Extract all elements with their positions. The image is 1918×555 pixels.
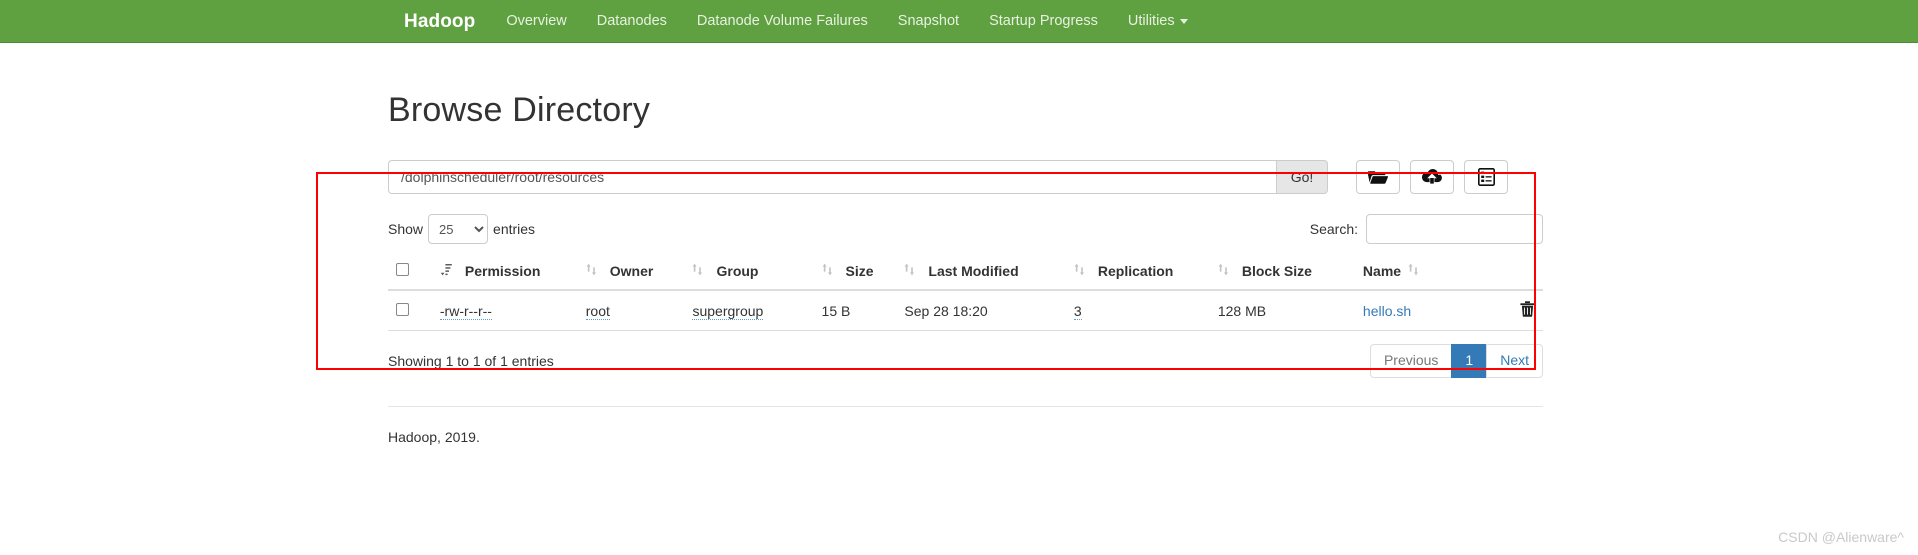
th-size-label: Size [845,263,874,279]
th-size[interactable]: Size [813,254,897,291]
nav-item-snapshot[interactable]: Snapshot [883,0,974,43]
chevron-down-icon [1179,18,1188,24]
entries-info: Showing 1 to 1 of 1 entries [388,352,554,369]
nav-item-startup-progress[interactable]: Startup Progress [974,0,1113,43]
cell-actions [1469,290,1543,331]
group-value[interactable]: supergroup [692,302,764,320]
select-all-checkbox[interactable] [396,263,409,276]
th-permission[interactable]: Permission [431,254,578,291]
th-owner[interactable]: Owner [577,254,685,291]
th-block-size[interactable]: Block Size [1209,254,1355,291]
watermark: CSDN @Alienware^ [1778,529,1904,545]
nav-item-utilities[interactable]: Utilities [1113,0,1203,43]
cell-size: 15 B [813,290,897,331]
th-group[interactable]: Group [684,254,814,291]
pagination-page-1[interactable]: 1 [1451,344,1488,378]
show-entries-control: Show 25 entries [388,214,535,244]
table-header-row: Permission Owner Group Size Last Modifie… [388,254,1543,291]
entries-per-page-select[interactable]: 25 [428,214,489,244]
path-toolbar: Go! [388,160,1543,194]
delete-file-button[interactable] [1520,301,1535,320]
th-group-label: Group [716,263,759,279]
table-body: -rw-r--r-- root supergroup 15 B Sep 28 1… [388,290,1543,331]
new-directory-button[interactable] [1356,160,1400,194]
owner-value[interactable]: root [585,302,610,320]
pagination-previous[interactable]: Previous [1369,344,1453,378]
sort-icon [1074,263,1085,279]
navbar-inner: Hadoop Overview Datanodes Datanode Volum… [388,0,1203,43]
search-label: Search: [1309,221,1358,237]
trash-icon [1520,301,1535,320]
footer-copyright: Hadoop, 2019. [388,428,480,445]
nav-item-datanodes[interactable]: Datanodes [582,0,682,43]
cell-replication: 3 [1065,290,1210,331]
sort-icon [1218,263,1229,279]
path-action-buttons [1356,160,1508,194]
table-controls: Show 25 entries Search: [388,214,1543,244]
new-directory-icon [1368,169,1388,185]
th-last-modified[interactable]: Last Modified [896,254,1066,291]
cell-owner: root [577,290,685,331]
permission-value[interactable]: -rw-r--r-- [439,302,492,320]
cell-group: supergroup [684,290,814,331]
clipboard-list-icon [1477,168,1495,186]
search-control: Search: [1310,214,1543,244]
main-container: Browse Directory Go! [388,43,1543,445]
file-listing-table: Permission Owner Group Size Last Modifie… [388,254,1543,331]
row-select-cell [388,290,432,331]
page-title: Browse Directory [388,91,651,129]
show-label: Show [388,221,424,237]
th-name-label: Name [1362,263,1402,279]
entries-label: entries [493,221,536,237]
sort-icon [1408,263,1419,279]
th-replication-label: Replication [1097,263,1174,279]
go-button[interactable]: Go! [1276,160,1328,194]
nav-item-utilities-label: Utilities [1127,13,1175,29]
upload-button[interactable] [1410,160,1454,194]
brand-hadoop[interactable]: Hadoop [388,0,491,43]
table-head: Permission Owner Group Size Last Modifie… [388,254,1543,291]
browse-directory-page: Hadoop Overview Datanodes Datanode Volum… [0,0,1918,555]
sort-icon [904,263,915,279]
th-actions [1469,254,1543,291]
nav-item-overview[interactable]: Overview [491,0,581,43]
th-name[interactable]: Name [1354,254,1469,291]
path-input-group: Go! [388,160,1328,194]
th-replication[interactable]: Replication [1065,254,1210,291]
directory-path-input[interactable] [388,160,1276,194]
th-select-all [388,254,432,291]
pagination: Previous 1 Next [1369,344,1543,378]
cell-permission: -rw-r--r-- [431,290,578,331]
sort-icon [692,263,703,279]
row-checkbox[interactable] [396,302,409,316]
cell-last-modified: Sep 28 18:20 [896,290,1066,331]
search-input[interactable] [1366,214,1543,244]
th-block-size-label: Block Size [1241,263,1312,279]
table-row: -rw-r--r-- root supergroup 15 B Sep 28 1… [388,290,1543,331]
replication-value[interactable]: 3 [1073,302,1082,320]
sort-icon [822,263,833,279]
th-owner-label: Owner [609,263,654,279]
th-last-modified-label: Last Modified [928,263,1019,279]
cell-block-size: 128 MB [1209,290,1355,331]
cloud-upload-icon [1422,169,1442,185]
pagination-next[interactable]: Next [1486,344,1543,378]
nav-item-datanode-volume-failures[interactable]: Datanode Volume Failures [682,0,883,43]
cut-paste-button[interactable] [1464,160,1508,194]
file-name-link[interactable]: hello.sh [1363,303,1411,319]
cell-name: hello.sh [1354,290,1469,331]
sort-icon [586,263,597,279]
th-permission-label: Permission [464,263,541,279]
top-navbar: Hadoop Overview Datanodes Datanode Volum… [0,0,1918,43]
sort-amount-desc-icon [440,263,452,279]
table-footer: Showing 1 to 1 of 1 entries Previous 1 N… [388,344,1543,378]
